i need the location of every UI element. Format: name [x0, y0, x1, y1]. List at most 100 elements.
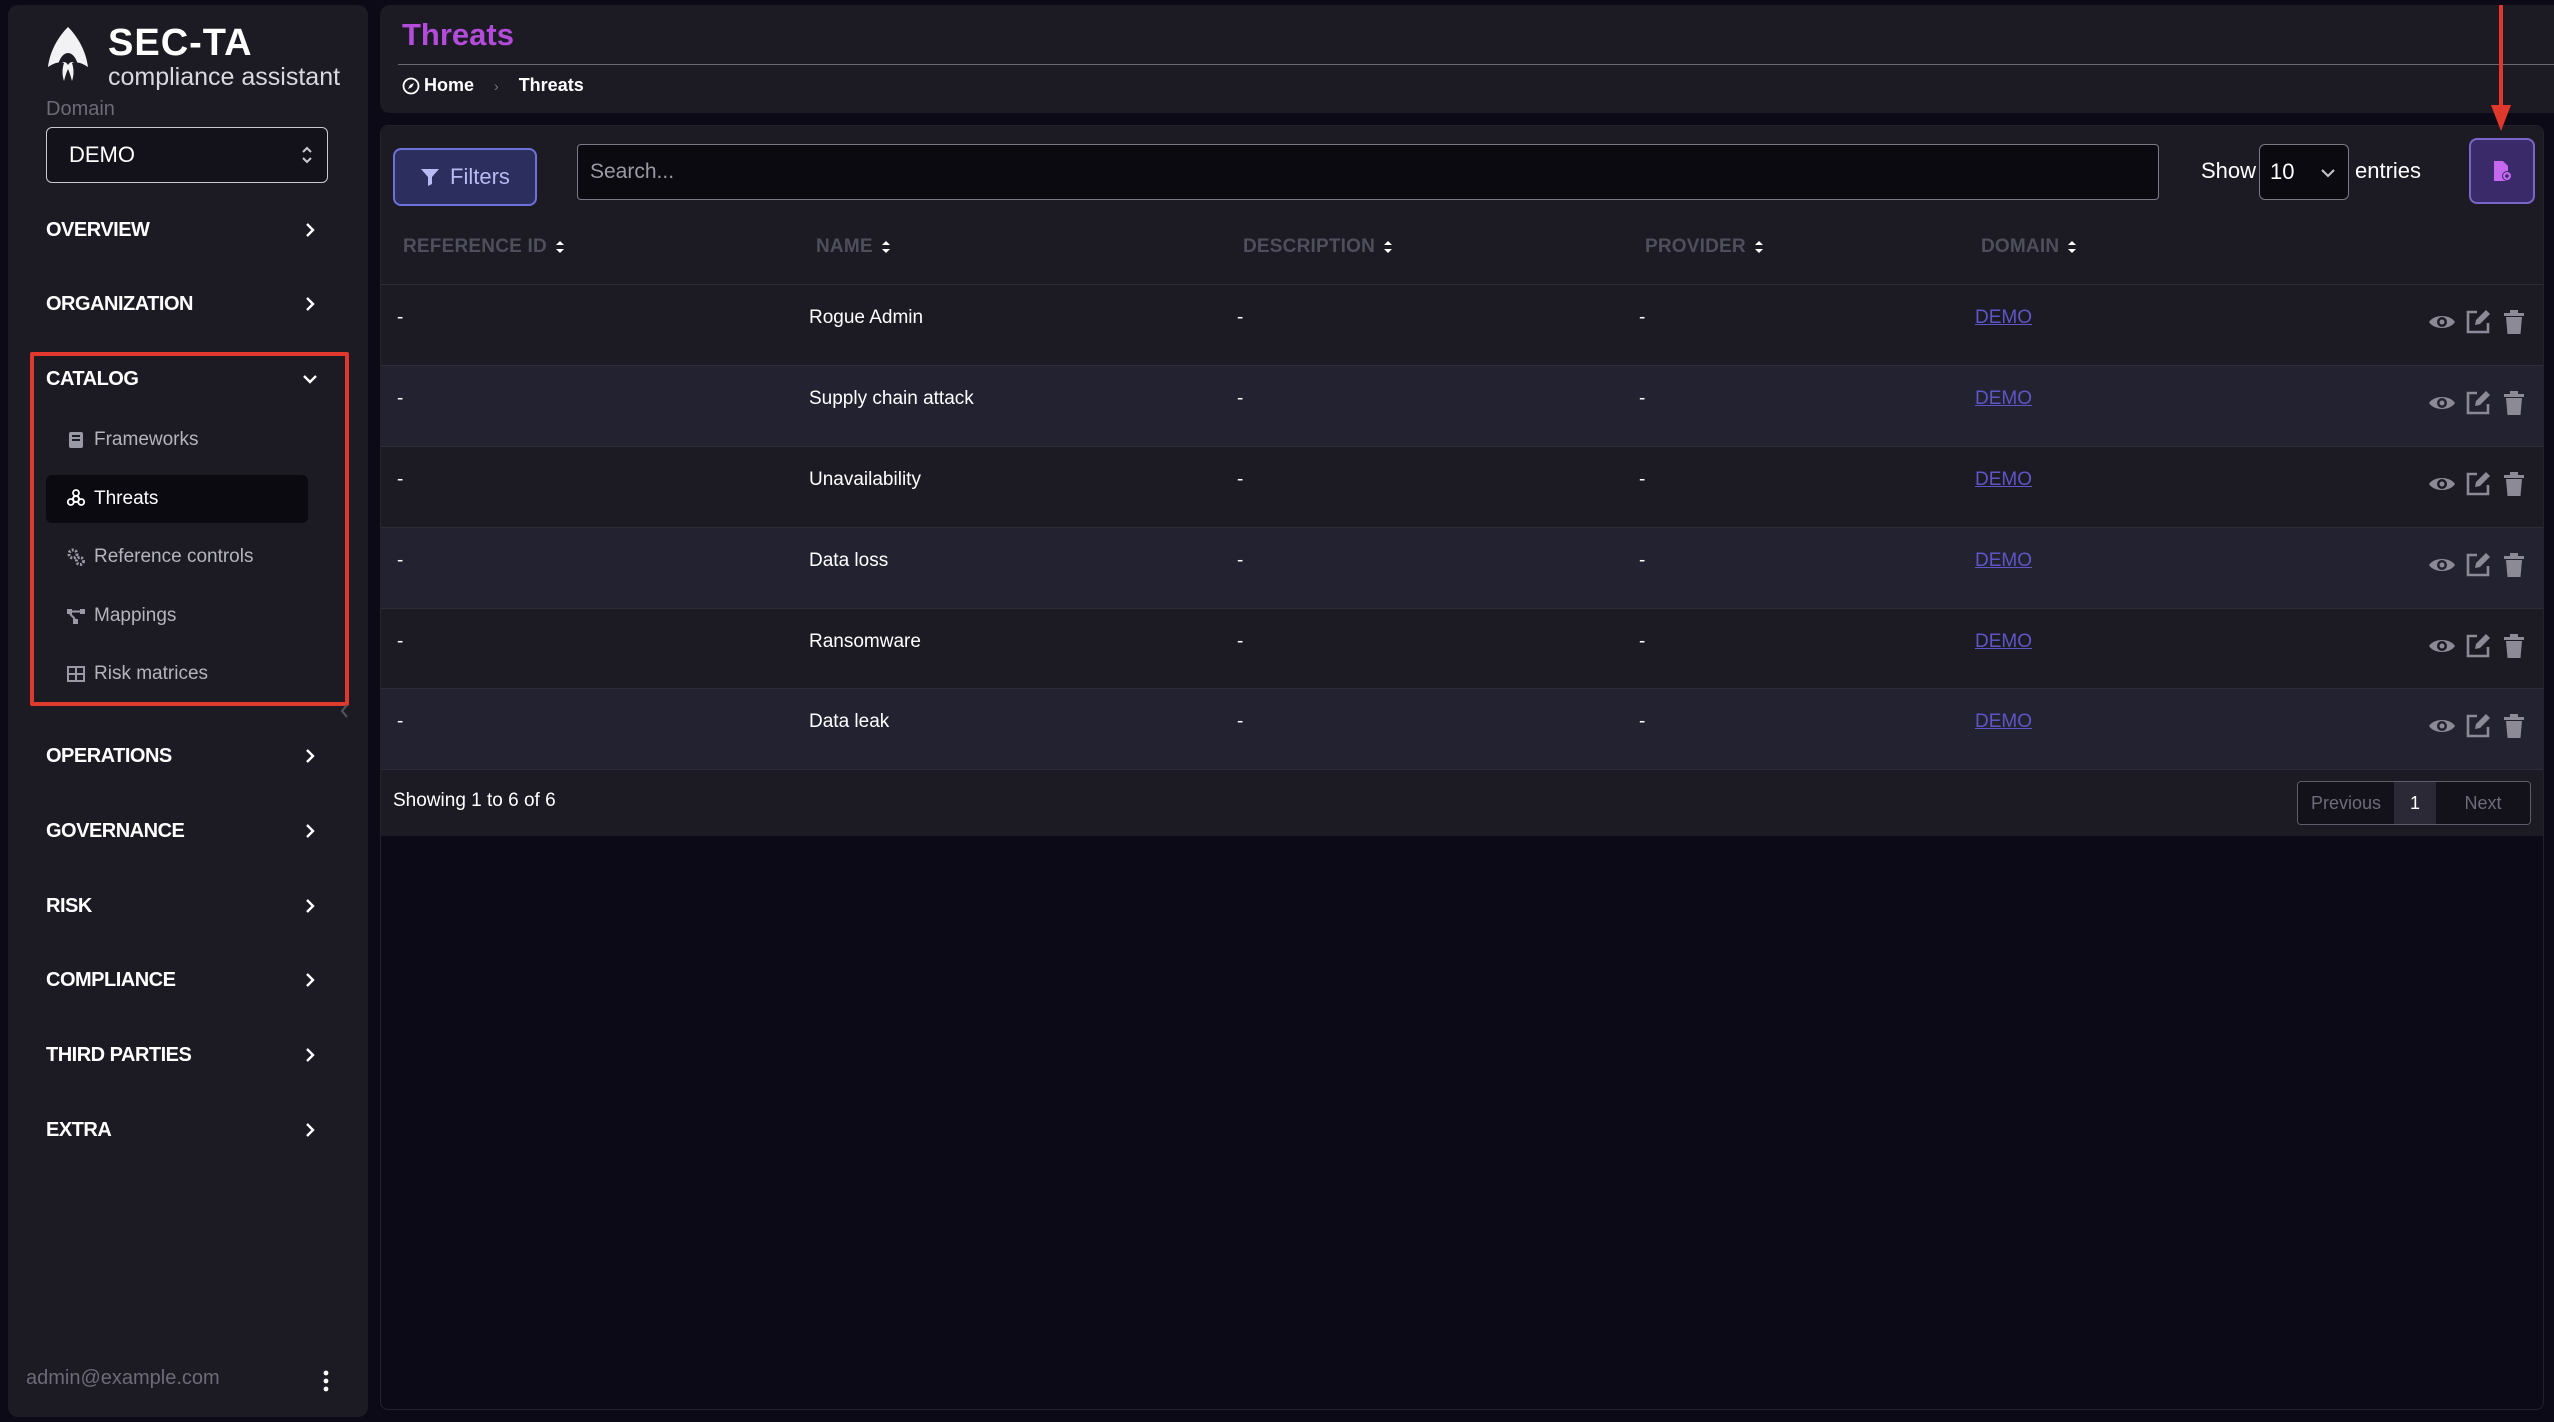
edit-icon[interactable] [2463, 631, 2493, 661]
column-header-domain[interactable]: DOMAIN [1981, 236, 2077, 258]
eye-icon[interactable] [2427, 388, 2457, 418]
entries-summary: Showing 1 to 6 of 6 [393, 790, 556, 811]
edit-icon[interactable] [2463, 711, 2493, 741]
nav-extra[interactable]: EXTRA [46, 1110, 318, 1150]
trash-icon[interactable] [2499, 469, 2529, 499]
domain-label: Domain [46, 98, 115, 120]
nav-compliance[interactable]: COMPLIANCE [46, 960, 318, 1000]
sort-icon [555, 241, 564, 253]
cell-domain-link[interactable]: DEMO [1975, 550, 2032, 572]
trash-icon[interactable] [2499, 307, 2529, 337]
filters-button[interactable]: Filters [393, 148, 537, 206]
nav-risk[interactable]: RISK [46, 886, 318, 926]
next-page-button[interactable]: Next [2436, 782, 2530, 824]
trash-icon[interactable] [2499, 711, 2529, 741]
breadcrumb-home[interactable]: Home [424, 75, 474, 96]
table-row[interactable]: - Ransomware - - DEMO [381, 608, 2543, 689]
cell-domain-link[interactable]: DEMO [1975, 469, 2032, 491]
column-header-label: PROVIDER [1645, 236, 1746, 257]
trash-icon[interactable] [2499, 631, 2529, 661]
nav-overview-label: OVERVIEW [46, 218, 150, 241]
cell-description: - [1237, 550, 1244, 571]
table-row[interactable]: - Unavailability - - DEMO [381, 446, 2543, 527]
filter-icon [421, 169, 440, 186]
column-header-label: DOMAIN [1981, 236, 2060, 257]
trash-icon[interactable] [2499, 550, 2529, 580]
column-header-name[interactable]: NAME [816, 236, 891, 258]
edit-icon[interactable] [2463, 388, 2493, 418]
nav-third-parties[interactable]: THIRD PARTIES [46, 1035, 318, 1075]
cell-description: - [1237, 307, 1244, 328]
edit-icon[interactable] [2463, 550, 2493, 580]
cell-name: Supply chain attack [809, 388, 974, 409]
brand-logo[interactable]: SEC-TA compliance assistant [36, 23, 340, 91]
cell-provider: - [1639, 388, 1646, 409]
table-row[interactable]: - Rogue Admin - - DEMO [381, 284, 2543, 365]
nav-governance[interactable]: GOVERNANCE [46, 811, 318, 851]
column-header-reference-id[interactable]: REFERENCE ID [403, 236, 565, 258]
table-row[interactable]: - Data loss - - DEMO [381, 527, 2543, 608]
trash-icon[interactable] [2499, 388, 2529, 418]
chevron-right-icon [306, 223, 315, 237]
cell-description: - [1237, 711, 1244, 732]
column-header-label: DESCRIPTION [1243, 236, 1376, 257]
eye-icon[interactable] [2427, 550, 2457, 580]
chevron-down-icon [2321, 169, 2335, 178]
cell-domain-link[interactable]: DEMO [1975, 711, 2032, 733]
cell-reference-id: - [397, 550, 404, 571]
sort-icon [2068, 241, 2077, 253]
column-header-description[interactable]: DESCRIPTION [1243, 236, 1393, 258]
cell-provider: - [1639, 469, 1646, 490]
edit-icon[interactable] [2463, 307, 2493, 337]
entries-per-page-select[interactable]: 10 [2259, 144, 2349, 200]
column-header-provider[interactable]: PROVIDER [1645, 236, 1764, 258]
nav-risk-label: RISK [46, 894, 92, 917]
cell-reference-id: - [397, 388, 404, 409]
chevron-right-icon [306, 824, 315, 838]
nav-overview[interactable]: OVERVIEW [46, 210, 318, 250]
edit-icon[interactable] [2463, 469, 2493, 499]
cell-description: - [1237, 388, 1244, 409]
pagination: Previous 1 Next [2297, 781, 2531, 825]
cell-domain-link[interactable]: DEMO [1975, 388, 2032, 410]
kebab-menu-icon[interactable] [322, 1369, 330, 1393]
table-row[interactable]: - Data leak - - DEMO [381, 688, 2543, 769]
chevron-right-icon [306, 749, 315, 763]
table-row[interactable]: - Supply chain attack - - DEMO [381, 365, 2543, 446]
cell-provider: - [1639, 711, 1646, 732]
table-footer: Showing 1 to 6 of 6 Previous 1 Next [381, 769, 2543, 836]
cell-reference-id: - [397, 307, 404, 328]
nav-operations[interactable]: OPERATIONS [46, 736, 318, 776]
row-actions [2421, 388, 2529, 418]
search-input[interactable] [577, 144, 2159, 200]
eye-icon[interactable] [2427, 711, 2457, 741]
page-1-button[interactable]: 1 [2394, 782, 2436, 824]
cell-description: - [1237, 469, 1244, 490]
nav-governance-label: GOVERNANCE [46, 819, 185, 842]
nav-organization-label: ORGANIZATION [46, 292, 193, 315]
cell-name: Rogue Admin [809, 307, 924, 328]
sort-icon [1384, 241, 1393, 253]
eye-icon[interactable] [2427, 469, 2457, 499]
cell-reference-id: - [397, 711, 404, 732]
domain-select[interactable]: DEMO [46, 127, 328, 183]
chevron-left-icon[interactable] [338, 702, 350, 720]
compass-icon [402, 77, 420, 94]
cell-name: Ransomware [809, 631, 921, 652]
page-title: Threats [402, 17, 514, 52]
cell-domain-link[interactable]: DEMO [1975, 307, 2032, 329]
cell-domain-link[interactable]: DEMO [1975, 631, 2032, 653]
add-threat-button[interactable] [2469, 138, 2535, 204]
cell-name: Unavailability [809, 469, 921, 490]
eye-icon[interactable] [2427, 631, 2457, 661]
sidebar: SEC-TA compliance assistant Domain DEMO … [8, 5, 368, 1417]
nav-organization[interactable]: ORGANIZATION [46, 284, 318, 324]
filters-button-label: Filters [450, 164, 510, 189]
chevron-right-icon [306, 1048, 315, 1062]
previous-page-button[interactable]: Previous [2298, 782, 2394, 824]
select-updown-icon [302, 146, 312, 164]
chevron-right-icon [306, 297, 315, 311]
nav-operations-label: OPERATIONS [46, 744, 172, 767]
eye-icon[interactable] [2427, 307, 2457, 337]
row-actions [2421, 307, 2529, 337]
